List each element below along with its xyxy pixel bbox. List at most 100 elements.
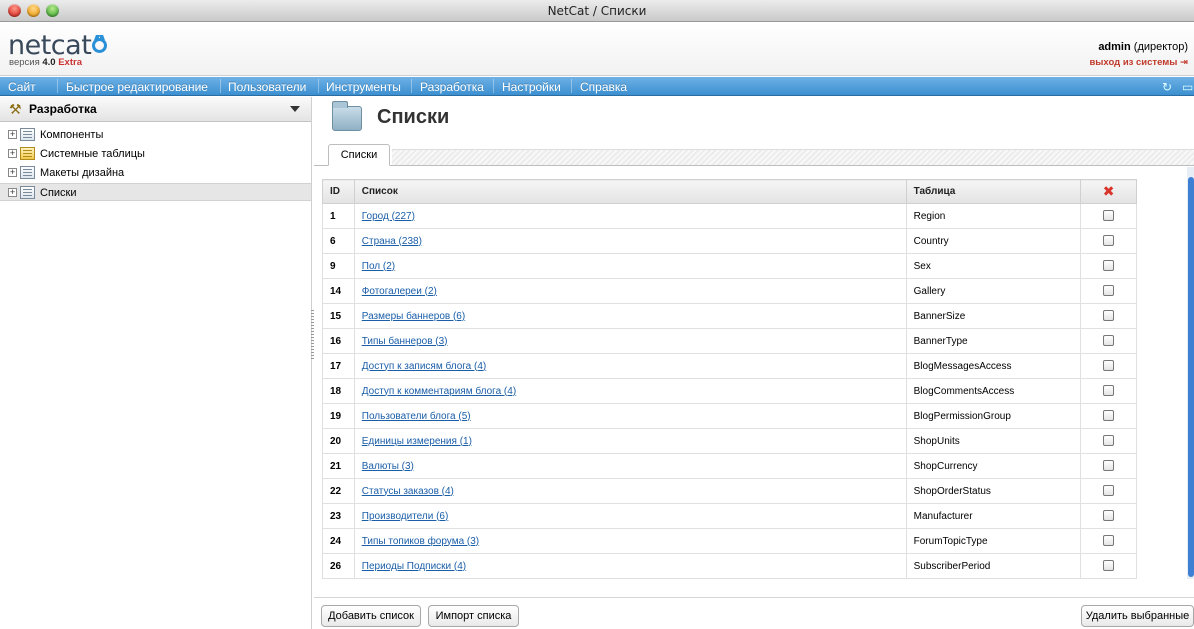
row-checkbox-cell	[1080, 478, 1137, 504]
expand-icon[interactable]: +	[8, 149, 17, 158]
row-table: Gallery	[905, 278, 1082, 304]
row-delete-checkbox[interactable]	[1103, 260, 1115, 272]
list-link[interactable]: Производители (6)	[362, 511, 449, 522]
sidebar-item-lists[interactable]: + Списки	[0, 183, 311, 201]
list-link[interactable]: Статусы заказов (4)	[362, 486, 454, 497]
list-link[interactable]: Доступ к комментариям блога (4)	[362, 386, 516, 397]
row-delete-checkbox[interactable]	[1103, 335, 1115, 347]
row-delete-checkbox[interactable]	[1103, 360, 1115, 372]
sidebar-item-design-layouts[interactable]: + Макеты дизайна	[0, 164, 311, 182]
row-name-cell: Доступ к записям блога (4)	[353, 353, 907, 379]
column-header-id[interactable]: ID	[322, 179, 355, 204]
list-link[interactable]: Размеры баннеров (6)	[362, 311, 465, 322]
row-name-cell: Типы баннеров (3)	[353, 328, 907, 354]
row-id: 17	[322, 353, 355, 379]
tab-lists[interactable]: Списки	[328, 144, 390, 166]
list-link[interactable]: Город (227)	[362, 211, 415, 222]
list-link[interactable]: Фотогалереи (2)	[362, 286, 437, 297]
logout-link[interactable]: выход из системы ⇥	[1089, 57, 1188, 68]
row-id: 16	[322, 328, 355, 354]
row-name-cell: Пол (2)	[353, 253, 907, 279]
delete-icon: ✖	[1102, 183, 1115, 199]
list-link[interactable]: Валюты (3)	[362, 461, 414, 472]
row-delete-checkbox[interactable]	[1103, 385, 1115, 397]
column-header-table[interactable]: Таблица	[905, 179, 1082, 204]
window-titlebar: NetCat / Списки	[0, 0, 1194, 22]
row-delete-checkbox[interactable]	[1103, 560, 1115, 572]
sidebar-section-label: Разработка	[29, 102, 97, 116]
list-link[interactable]: Пол (2)	[362, 261, 395, 272]
row-id: 14	[322, 278, 355, 304]
scrollbar[interactable]	[1187, 167, 1194, 579]
row-delete-checkbox[interactable]	[1103, 435, 1115, 447]
row-checkbox-cell	[1080, 378, 1137, 404]
row-delete-checkbox[interactable]	[1103, 410, 1115, 422]
row-checkbox-cell	[1080, 328, 1137, 354]
refresh-icon[interactable]: ↻	[1162, 80, 1172, 94]
table-row: 23 Производители (6) Manufacturer	[322, 503, 1137, 529]
row-name-cell: Доступ к комментариям блога (4)	[353, 378, 907, 404]
row-delete-checkbox[interactable]	[1103, 285, 1115, 297]
row-table: BannerType	[905, 328, 1082, 354]
row-table: ShopOrderStatus	[905, 478, 1082, 504]
row-delete-checkbox[interactable]	[1103, 535, 1115, 547]
menu-separator	[411, 79, 412, 93]
row-delete-checkbox[interactable]	[1103, 485, 1115, 497]
delete-selected-button[interactable]: Удалить выбранные	[1081, 605, 1194, 627]
column-header-name[interactable]: Список	[353, 179, 907, 204]
table-row: 6 Страна (238) Country	[322, 228, 1137, 254]
add-list-button[interactable]: Добавить список	[321, 605, 421, 627]
row-checkbox-cell	[1080, 353, 1137, 379]
row-delete-checkbox[interactable]	[1103, 460, 1115, 472]
table-row: 19 Пользователи блога (5) BlogPermissionGr…	[322, 403, 1137, 429]
menu-item-users[interactable]: Пользователи	[228, 80, 306, 94]
sidebar-item-system-tables[interactable]: + Системные таблицы	[0, 145, 311, 163]
row-id: 18	[322, 378, 355, 404]
list-icon	[20, 166, 35, 179]
expand-icon[interactable]: +	[8, 168, 17, 177]
list-link[interactable]: Единицы измерения (1)	[362, 436, 472, 447]
menu-item-quick-edit[interactable]: Быстрое редактирование	[66, 80, 208, 94]
expand-icon[interactable]: +	[8, 188, 17, 197]
row-name-cell: Единицы измерения (1)	[353, 428, 907, 454]
window-icon[interactable]: ▭	[1182, 80, 1193, 94]
main-content: Списки Списки ID Список Таблица ✖ 1 Город…	[314, 97, 1194, 629]
menu-item-site[interactable]: Сайт	[8, 80, 36, 94]
table-row: 1 Город (227) Region	[322, 203, 1137, 229]
current-user: admin (директор)	[1098, 41, 1188, 53]
scrollbar-thumb[interactable]	[1188, 177, 1194, 577]
expand-icon[interactable]: +	[8, 130, 17, 139]
list-link[interactable]: Типы топиков форума (3)	[362, 536, 479, 547]
page-title: Списки	[377, 106, 450, 128]
row-table: ShopCurrency	[905, 453, 1082, 479]
row-id: 24	[322, 528, 355, 554]
menu-item-tools[interactable]: Инструменты	[326, 80, 401, 94]
logout-icon: ⇥	[1180, 57, 1188, 68]
import-list-button[interactable]: Импорт списка	[428, 605, 519, 627]
menu-item-settings[interactable]: Настройки	[502, 80, 561, 94]
row-delete-checkbox[interactable]	[1103, 235, 1115, 247]
row-delete-checkbox[interactable]	[1103, 510, 1115, 522]
netcat-logo[interactable]: netcat	[8, 32, 108, 59]
menu-item-development[interactable]: Разработка	[420, 80, 484, 94]
menu-item-help[interactable]: Справка	[580, 80, 627, 94]
row-name-cell: Валюты (3)	[353, 453, 907, 479]
table-row: 9 Пол (2) Sex	[322, 253, 1137, 279]
table-row: 21 Валюты (3) ShopCurrency	[322, 453, 1137, 479]
list-link[interactable]: Пользователи блога (5)	[362, 411, 471, 422]
row-id: 22	[322, 478, 355, 504]
list-link[interactable]: Типы баннеров (3)	[362, 336, 448, 347]
list-link[interactable]: Периоды Подписки (4)	[362, 561, 466, 572]
list-link[interactable]: Доступ к записям блога (4)	[362, 361, 486, 372]
row-id: 9	[322, 253, 355, 279]
app-header: netcat версия 4.0 Extra admin (директор)…	[0, 23, 1194, 76]
row-delete-checkbox[interactable]	[1103, 210, 1115, 222]
sidebar-item-components[interactable]: + Компоненты	[0, 126, 311, 144]
sidebar-section-selector[interactable]: ⚒ Разработка	[0, 97, 311, 122]
logout-label: выход из системы	[1089, 57, 1178, 68]
row-id: 21	[322, 453, 355, 479]
row-table: BlogMessagesAccess	[905, 353, 1082, 379]
chevron-down-icon[interactable]	[290, 106, 300, 112]
row-delete-checkbox[interactable]	[1103, 310, 1115, 322]
list-link[interactable]: Страна (238)	[362, 236, 422, 247]
